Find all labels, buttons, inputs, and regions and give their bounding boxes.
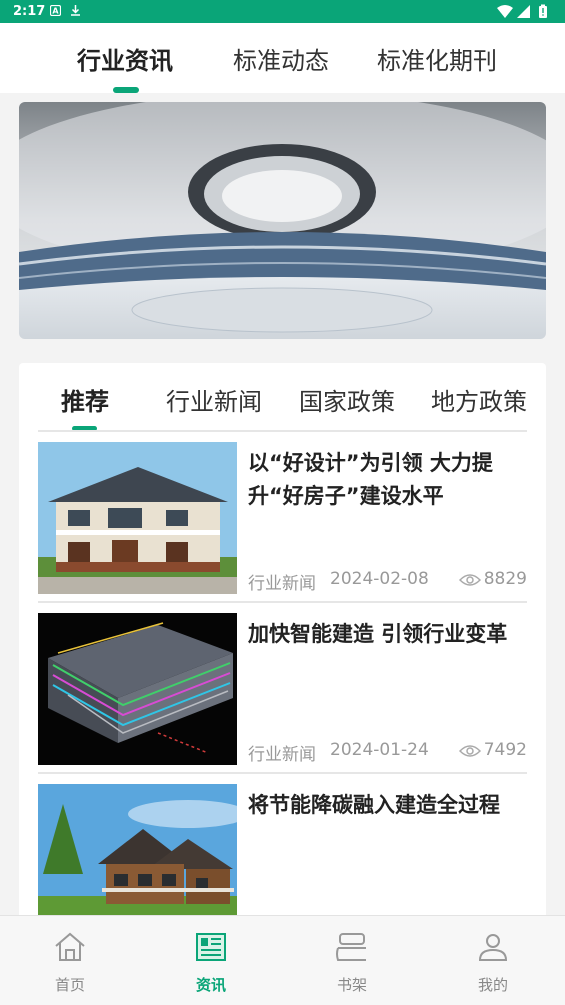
- article-category: 行业新闻: [248, 574, 316, 594]
- article-item[interactable]: 加快智能建造 引领行业变革 行业新闻 2024-01-24 7492: [38, 613, 527, 765]
- article-date: 2024-01-24: [330, 740, 429, 760]
- nav-bookshelf-label: 书架: [336, 976, 367, 994]
- download-icon: [71, 5, 80, 16]
- nav-profile-label: 我的: [477, 976, 508, 994]
- nav-home[interactable]: 首页: [10, 916, 130, 1005]
- eye-icon: [459, 745, 481, 757]
- banner-carousel[interactable]: [19, 102, 546, 339]
- article-title: 将节能降碳融入建造全过程: [248, 793, 500, 817]
- tab-industry-news[interactable]: 行业资讯: [77, 41, 173, 76]
- article-thumbnail: [38, 613, 237, 765]
- active-tab-indicator: [113, 87, 139, 93]
- article-thumbnail: [38, 784, 237, 936]
- status-bar: 2:17 A: [0, 0, 565, 23]
- eye-icon: [459, 574, 481, 586]
- article-item[interactable]: 以“好设计”为引领 大力提升“好房子”建设水平 行业新闻 2024-02-08 …: [38, 442, 527, 594]
- article-views: 7492: [483, 740, 527, 760]
- article-thumbnail: [38, 442, 237, 594]
- news-icon: [196, 933, 226, 961]
- article-category: 行业新闻: [248, 745, 316, 765]
- article-meta: 行业新闻 2024-01-24 7492: [248, 740, 527, 765]
- svg-text:A: A: [52, 7, 59, 16]
- divider: [38, 430, 527, 432]
- article-views: 8829: [483, 569, 527, 589]
- battery-icon: [539, 4, 547, 18]
- status-time: 2:17: [13, 4, 46, 19]
- article-date: 2024-02-08: [330, 569, 429, 589]
- subtab-local-policy[interactable]: 地方政策: [431, 382, 527, 417]
- bookshelf-icon: [336, 933, 366, 961]
- article-title: 以“好设计”为引领 大力提升“好房子”建设水平: [248, 451, 493, 508]
- article-item[interactable]: 将节能降碳融入建造全过程: [38, 784, 527, 936]
- tab-standardization-journal[interactable]: 标准化期刊: [377, 41, 497, 76]
- divider: [38, 601, 527, 603]
- nav-news-label: 资讯: [195, 976, 226, 994]
- nav-profile[interactable]: 我的: [433, 916, 553, 1005]
- nav-home-label: 首页: [54, 976, 85, 994]
- tab-standard-updates[interactable]: 标准动态: [233, 41, 329, 76]
- system-status-icons: [497, 4, 547, 18]
- article-title: 加快智能建造 引领行业变革: [248, 622, 508, 646]
- nav-news[interactable]: 资讯: [151, 916, 271, 1005]
- wifi-icon: [497, 5, 513, 18]
- signal-icon: [517, 5, 530, 18]
- home-icon: [55, 932, 85, 961]
- subtab-industry-news[interactable]: 行业新闻: [166, 382, 262, 417]
- bottom-navigation: 首页 资讯 书架 我的: [0, 915, 565, 1005]
- subtab-recommended[interactable]: 推荐: [61, 382, 109, 417]
- notification-a-icon: A: [50, 5, 61, 16]
- top-tab-bar: 行业资讯 标准动态 标准化期刊: [0, 23, 565, 93]
- article-meta: 行业新闻 2024-02-08 8829: [248, 569, 527, 594]
- news-card: 推荐 行业新闻 国家政策 地方政策 以“好设计”为引领 大力提升“好房子”建设水…: [19, 363, 546, 936]
- profile-icon: [478, 934, 508, 961]
- subtab-national-policy[interactable]: 国家政策: [299, 382, 395, 417]
- nav-bookshelf[interactable]: 书架: [292, 916, 412, 1005]
- banner-image: [19, 102, 546, 339]
- divider: [38, 772, 527, 774]
